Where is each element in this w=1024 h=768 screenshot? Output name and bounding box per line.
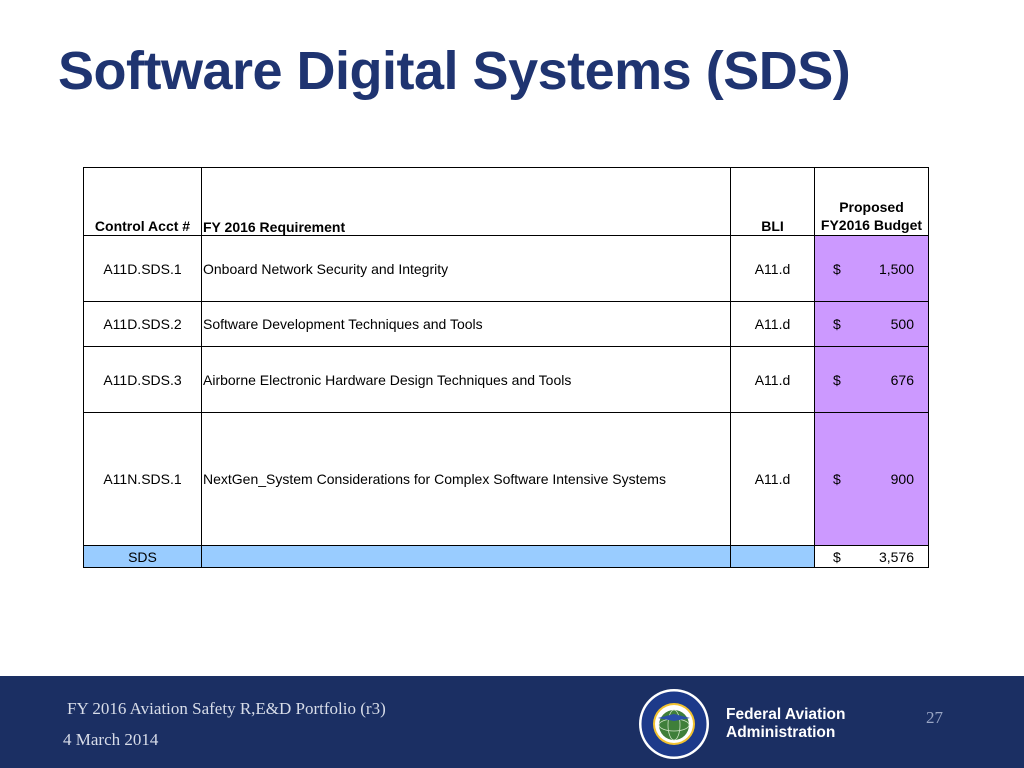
currency-symbol: $ xyxy=(833,548,841,565)
table-row: A11N.SDS.1 NextGen_System Considerations… xyxy=(83,412,929,546)
header-budget: Proposed FY2016 Budget xyxy=(814,167,929,236)
cell-requirement: Airborne Electronic Hardware Design Tech… xyxy=(201,346,731,413)
table-row: A11D.SDS.2 Software Development Techniqu… xyxy=(83,301,929,347)
cell-requirement: Software Development Techniques and Tool… xyxy=(201,301,731,347)
cell-bli: A11.d xyxy=(730,301,815,347)
cell-budget: $500 xyxy=(814,301,929,347)
cell-requirement: Onboard Network Security and Integrity xyxy=(201,235,731,302)
budget-table: Control Acct # FY 2016 Requirement BLI P… xyxy=(83,167,929,568)
total-row: SDS $3,576 xyxy=(83,545,929,568)
cell-budget: $900 xyxy=(814,412,929,546)
total-label: SDS xyxy=(83,545,202,568)
amount-value: 1,500 xyxy=(878,260,914,277)
total-budget: $3,576 xyxy=(814,545,929,568)
slide-title: Software Digital Systems (SDS) xyxy=(58,41,851,101)
total-amount: 3,576 xyxy=(878,548,914,565)
amount-value: 500 xyxy=(890,316,914,332)
cell-acct: A11D.SDS.3 xyxy=(83,346,202,413)
amount-value: 676 xyxy=(890,371,914,388)
cell-budget: $1,500 xyxy=(814,235,929,302)
faa-seal-icon xyxy=(639,689,709,759)
currency-symbol: $ xyxy=(833,316,841,332)
cell-bli: A11.d xyxy=(730,346,815,413)
header-requirement: FY 2016 Requirement xyxy=(201,167,731,236)
total-empty-requirement xyxy=(201,545,731,568)
page-number: 27 xyxy=(926,708,943,727)
table-row: A11D.SDS.1 Onboard Network Security and … xyxy=(83,235,929,302)
header-budget-line1: Proposed xyxy=(839,199,904,215)
cell-requirement: NextGen_System Considerations for Comple… xyxy=(201,412,731,546)
footer-band: FY 2016 Aviation Safety R,E&D Portfolio … xyxy=(0,676,1024,768)
header-bli: BLI xyxy=(730,167,815,236)
header-control-acct: Control Acct # xyxy=(83,167,202,236)
agency-name: Federal Aviation Administration xyxy=(726,706,845,742)
currency-symbol: $ xyxy=(833,371,841,388)
table-row: A11D.SDS.3 Airborne Electronic Hardware … xyxy=(83,346,929,413)
cell-budget: $676 xyxy=(814,346,929,413)
amount-value: 900 xyxy=(890,471,914,487)
cell-acct: A11D.SDS.2 xyxy=(83,301,202,347)
agency-name-line2: Administration xyxy=(726,724,836,741)
footer-date: 4 March 2014 xyxy=(63,730,159,749)
header-budget-line2: FY2016 Budget xyxy=(820,217,923,233)
table-header-row: Control Acct # FY 2016 Requirement BLI P… xyxy=(83,167,929,236)
total-empty-bli xyxy=(730,545,815,568)
footer-portfolio-title: FY 2016 Aviation Safety R,E&D Portfolio … xyxy=(67,699,386,718)
currency-symbol: $ xyxy=(833,260,841,277)
cell-acct: A11D.SDS.1 xyxy=(83,235,202,302)
cell-bli: A11.d xyxy=(730,235,815,302)
agency-name-line1: Federal Aviation xyxy=(726,706,846,723)
currency-symbol: $ xyxy=(833,471,841,487)
cell-bli: A11.d xyxy=(730,412,815,546)
cell-acct: A11N.SDS.1 xyxy=(83,412,202,546)
